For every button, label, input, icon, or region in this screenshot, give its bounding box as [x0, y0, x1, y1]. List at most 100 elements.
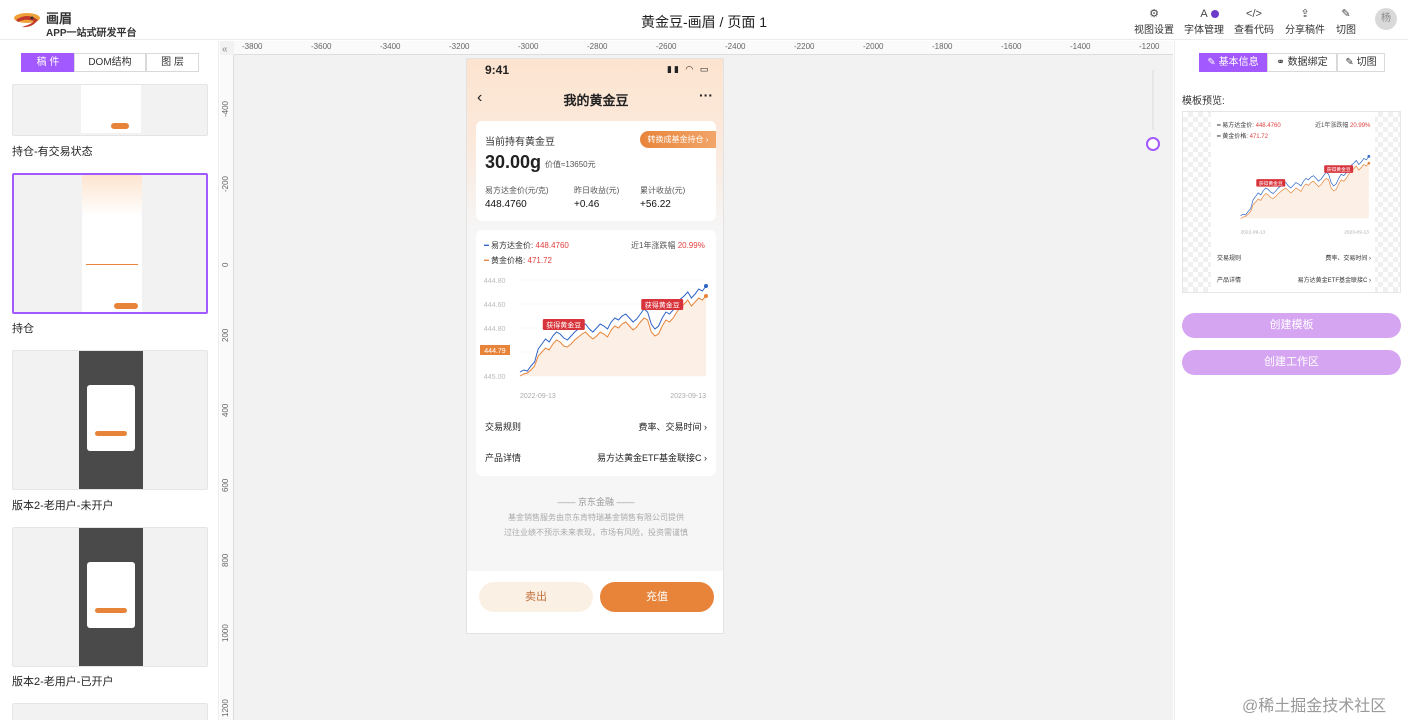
code-icon: </>: [1246, 8, 1262, 20]
create-template-button[interactable]: 创建模板: [1182, 313, 1401, 338]
view-code-button[interactable]: </> 查看代码: [1229, 7, 1279, 36]
phone-artboard[interactable]: 9:41 ▮▮ ◠ ▭ ‹ 我的黄金豆 ··· 当前持有黄金豆 转换成基金持仓 …: [466, 58, 724, 634]
preview-range-label: 近1年涨跌幅: [1315, 123, 1349, 129]
legend-fund: ━ 易方达金价: 448.4760: [484, 240, 569, 251]
page-thumb-3[interactable]: [12, 350, 208, 490]
ruler-tick: 600: [221, 478, 230, 492]
disclaimer-line-2: 过往业绩不预示未来表现，市场有风险，投资需谨慎: [504, 528, 688, 537]
stat-value-price: 448.4760: [485, 199, 527, 210]
preview-row-2-value: 易方达黄金ETF基金联接C ›: [1297, 278, 1371, 284]
y-tick-label: 445.00: [484, 374, 506, 381]
convert-button[interactable]: 转换成基金持仓 ›: [640, 131, 716, 148]
page-thumb-2[interactable]: [12, 173, 208, 314]
sliders-icon: ⚙: [1149, 8, 1159, 20]
watermark: @稀土掘金技术社区: [1242, 698, 1387, 715]
bottom-bar: 卖出 充值: [467, 571, 723, 633]
preview-range-value: 20.99%: [1350, 123, 1371, 129]
page-thumb-1[interactable]: [12, 84, 208, 136]
x-end-label: 2023-09-13: [1344, 230, 1369, 236]
row-product-detail[interactable]: 产品详情 易方达黄金ETF基金联接C ›: [485, 451, 707, 464]
thumb-button: [114, 303, 138, 309]
thumb-button: [111, 123, 129, 129]
ruler-tick: -2200: [794, 42, 815, 51]
range-value: 20.99%: [677, 241, 705, 250]
legend-gold-swatch: ━: [484, 256, 492, 265]
charge-button[interactable]: 充值: [600, 582, 714, 612]
ruler-tick: -2400: [725, 42, 746, 51]
phone-page-title: 我的黄金豆: [563, 93, 629, 108]
x-end-label: 2023-09-13: [670, 393, 706, 400]
page-thumb-4[interactable]: [12, 527, 208, 667]
ruler-tick: -3800: [242, 42, 263, 51]
ruler-left: -400 -200 0 200 400 600 800 1000 1200: [220, 55, 234, 720]
ruler-tick: 1000: [221, 624, 230, 642]
tab-drafts[interactable]: 稿 件: [21, 53, 75, 72]
x-start-label: 2022-09-13: [520, 393, 556, 400]
ruler-tick: -3600: [311, 42, 332, 51]
holding-label: 当前持有黄金豆: [485, 137, 555, 148]
holding-card: 当前持有黄金豆 转换成基金持仓 › 30.00g 价值≈13650元 易方达金价…: [476, 121, 716, 221]
thumb-screen: [79, 528, 143, 666]
scroll-track[interactable]: [1152, 70, 1154, 130]
avatar[interactable]: 杨: [1375, 8, 1397, 30]
disclaimer: —— 京东金融 —— 基金销售服务由京东肯特瑞基金销售有限公司提供 过往业绩不预…: [467, 495, 723, 540]
ruler-top: -3800 -3600 -3400 -3200 -3000 -2800 -2600 -2400…: [234, 41, 1173, 55]
page-label-3[interactable]: 版本2-老用户-未开户: [12, 497, 113, 513]
preview-row-1: 交易规则 费率、交易时间 ›: [1217, 253, 1371, 262]
font-manage-button[interactable]: A 字体管理: [1179, 7, 1229, 36]
legend-gold-label: 黄金价格:: [491, 256, 528, 265]
annotation-label: 获得黄金豆: [546, 321, 581, 330]
preview-row-2-value-text: 易方达黄金ETF基金联接C: [1297, 278, 1368, 284]
tab-slice[interactable]: ✎ 切图: [1337, 53, 1385, 72]
preview-chart: 获得黄金豆获得黄金豆2022-09-13 2023-09-13: [1240, 154, 1371, 236]
tab-layers[interactable]: 图 层: [146, 53, 199, 72]
tab-data-binding[interactable]: ⚭ 数据绑定: [1267, 53, 1337, 72]
sell-button[interactable]: 卖出: [479, 582, 593, 612]
collapse-panel-icon[interactable]: «: [222, 44, 228, 55]
range-change: 近1年涨跌幅 20.99%: [631, 240, 705, 251]
stat-label-total: 累计收益(元): [640, 186, 686, 195]
row-trade-rules[interactable]: 交易规则 费率、交易时间 ›: [485, 420, 707, 433]
stat-value-yesterday: +0.46: [574, 199, 600, 210]
create-workspace-button[interactable]: 创建工作区: [1182, 350, 1401, 375]
legend-fund-value: 448.4760: [535, 241, 569, 250]
y-tick-label: 444.60: [484, 302, 506, 309]
right-panel: ✎ 基本信息 ⚭ 数据绑定 ✎ 切图 模板预览: ━ 易方达金价: 448.47…: [1174, 41, 1408, 720]
slice-label: 切图: [1336, 25, 1356, 36]
preview-screen: ━ 易方达金价: 448.4760 ━ 黄金价格: 471.72 近1年涨跌幅 …: [1211, 112, 1375, 292]
dom-tab-label: DOM结构: [88, 57, 132, 68]
page-thumb-5[interactable]: [12, 703, 208, 720]
stat-label-price: 易方达金价(元/克): [485, 186, 549, 195]
ruler-tick: 400: [221, 403, 230, 417]
preview-legend-gold-label: 黄金价格:: [1222, 134, 1250, 140]
row-product-detail-label: 产品详情: [485, 453, 522, 463]
page-label-2[interactable]: 持仓: [12, 320, 34, 336]
notification-badge: [1211, 10, 1219, 18]
tab-dom[interactable]: DOM结构: [74, 53, 146, 72]
page-label-1[interactable]: 持仓-有交易状态: [12, 143, 93, 159]
pencil-icon: ✎: [1207, 57, 1219, 68]
link-icon: ⚭: [1276, 57, 1288, 68]
view-settings-button[interactable]: ⚙ 视图设置: [1129, 7, 1179, 36]
thumb-screen: [82, 175, 142, 312]
tab-basic-info[interactable]: ✎ 基本信息: [1199, 53, 1267, 72]
ruler-tick: -1600: [1001, 42, 1022, 51]
thumb-screen: [79, 351, 143, 489]
price-chart[interactable]: 444.80444.60444.80442.80445.00获得黄金豆获得黄金豆…: [480, 272, 712, 402]
ruler-tick: -2600: [656, 42, 677, 51]
range-label: 近1年涨跌幅: [631, 241, 676, 250]
end-point: [1367, 161, 1371, 165]
thumb-screen: [81, 85, 141, 133]
slice-button[interactable]: ✎ 切图: [1321, 7, 1371, 36]
ruler-tick: 1200: [221, 699, 230, 717]
stat-label-yesterday: 昨日收益(元): [574, 186, 620, 195]
legend-gold: ━ 黄金价格: 471.72: [484, 255, 552, 266]
preview-legend-fund-label: 易方达金价:: [1222, 123, 1256, 129]
more-icon[interactable]: ···: [699, 87, 713, 103]
thumb-chart: [86, 235, 138, 265]
page-label-4[interactable]: 版本2-老用户-已开户: [12, 673, 113, 689]
scroll-handle[interactable]: [1146, 137, 1160, 151]
ruler-tick: 200: [221, 328, 230, 342]
row-trade-rules-label: 交易规则: [485, 422, 522, 432]
disclaimer-line-1: 基金销售服务由京东肯特瑞基金销售有限公司提供: [508, 513, 684, 522]
